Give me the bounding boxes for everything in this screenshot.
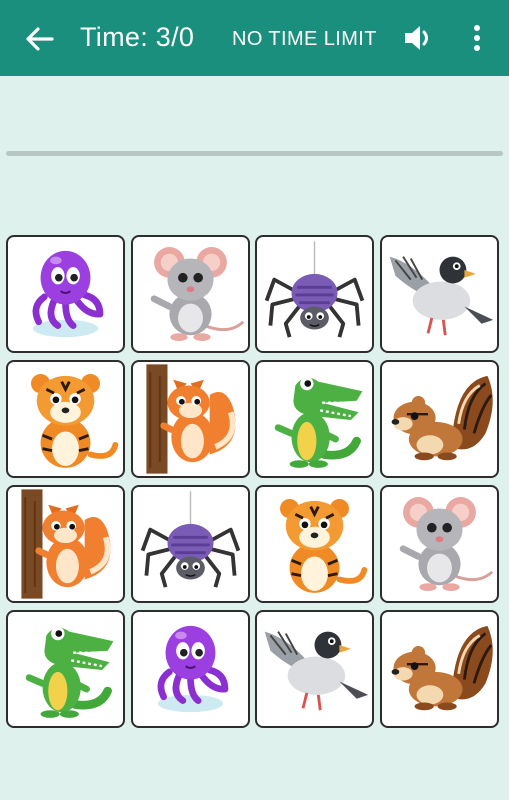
time-limit-button[interactable]: NO TIME LIMIT [232,26,377,52]
chipmunk-icon [391,625,493,711]
timer-title: Time: 3/0 [80,22,195,52]
card-mouse[interactable] [380,485,499,603]
mouse-icon [150,247,245,341]
more-vert-icon[interactable] [466,22,488,54]
volume-icon[interactable] [402,22,436,54]
tiger-icon [31,373,119,468]
octopus-icon [157,625,229,713]
card-octopus[interactable] [6,235,125,353]
app-bar: Time: 3/0 NO TIME LIMIT [0,0,509,76]
back-arrow-icon[interactable] [22,22,56,56]
tiger-icon [280,498,368,593]
crocodile-icon [25,626,114,718]
card-squirrel[interactable] [131,360,250,478]
progress-bar [6,151,503,156]
mouse-icon [399,497,494,591]
spider-icon [140,491,241,588]
card-spider[interactable] [255,235,374,353]
card-tiger[interactable] [255,485,374,603]
card-pigeon[interactable] [255,610,374,728]
crocodile-icon [274,376,363,468]
card-crocodile[interactable] [6,610,125,728]
spider-icon [264,241,365,338]
card-octopus[interactable] [131,610,250,728]
card-crocodile[interactable] [255,360,374,478]
card-squirrel[interactable] [6,485,125,603]
card-chipmunk[interactable] [380,610,499,728]
card-pigeon[interactable] [380,235,499,353]
octopus-icon [32,250,104,338]
squirrel-icon [21,489,111,599]
card-board [6,235,504,733]
card-tiger[interactable] [6,360,125,478]
squirrel-icon [146,364,236,474]
card-chipmunk[interactable] [380,360,499,478]
card-mouse[interactable] [131,235,250,353]
pigeon-icon [389,256,494,336]
chipmunk-icon [391,375,493,461]
card-spider[interactable] [131,485,250,603]
pigeon-icon [264,631,369,711]
